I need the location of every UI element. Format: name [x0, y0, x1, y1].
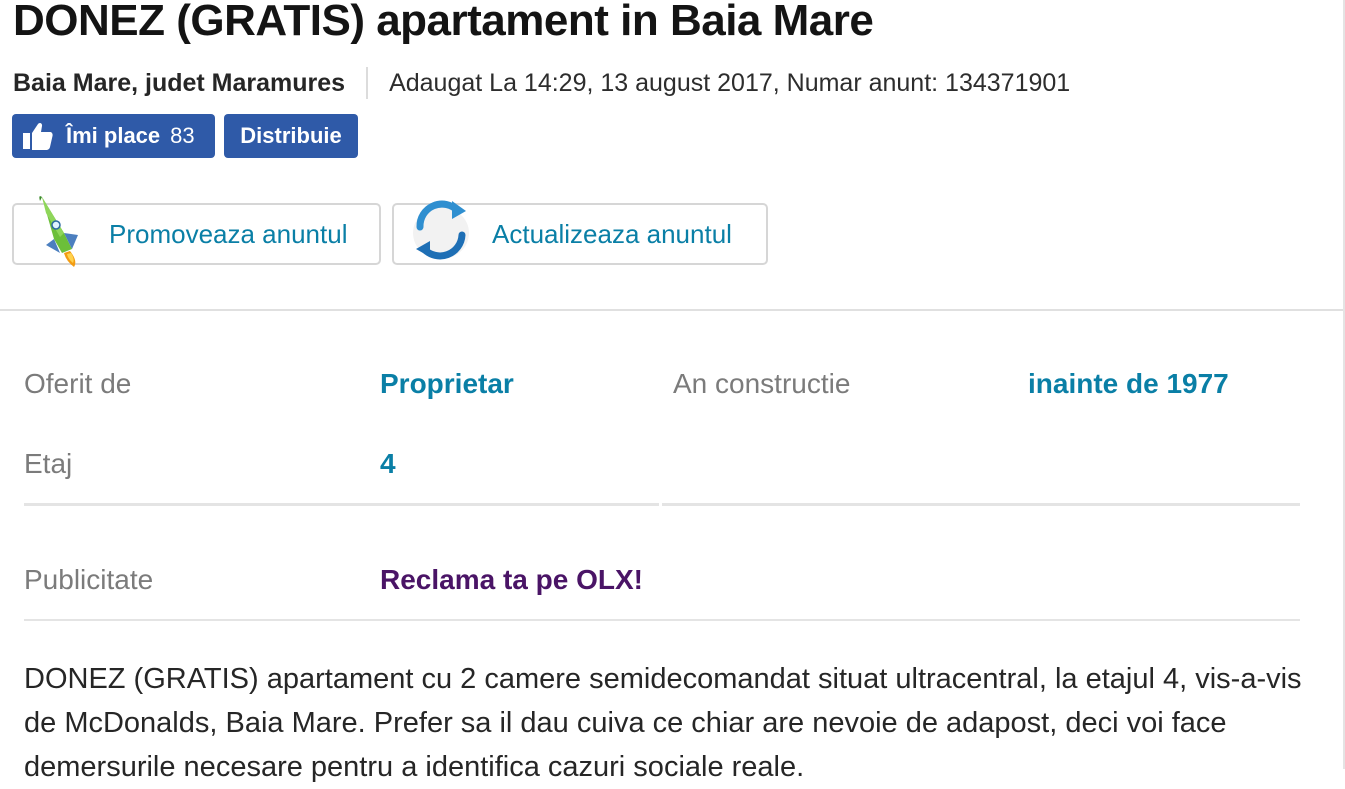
promote-ad-button[interactable]: Promoveaza anuntul [12, 196, 381, 267]
advertising-label: Publicitate [24, 564, 154, 595]
floor-value[interactable]: 4 [380, 448, 396, 480]
meta-separator [366, 67, 369, 99]
like-count: 83 [170, 123, 195, 148]
offered-by-value[interactable]: Proprietar [380, 368, 514, 400]
floor-label: Etaj [24, 448, 73, 479]
refresh-icon [413, 200, 469, 260]
ad-description: DONEZ (GRATIS) apartament cu 2 camere se… [24, 663, 1302, 783]
facebook-like-button[interactable]: Îmi place 83 [12, 114, 215, 158]
update-ad-button[interactable]: Actualizeaza anuntul [392, 200, 768, 265]
details-row-divider [24, 503, 659, 506]
section-divider [0, 309, 1343, 311]
ad-title: DONEZ (GRATIS) apartament in Baia Mare [13, 0, 874, 45]
offered-by-label: Oferit de [24, 368, 132, 399]
construction-year-value[interactable]: inainte de 1977 [1028, 368, 1229, 400]
ad-added-info: Adaugat La 14:29, 13 august 2017, Numar … [389, 68, 1071, 97]
construction-year-label: An constructie [673, 368, 851, 399]
advertising-divider [24, 619, 1300, 621]
rocket-icon [39, 196, 78, 267]
details-row-divider [662, 503, 1300, 506]
ad-location: Baia Mare, judet Maramures [13, 68, 346, 97]
share-label: Distribuie [240, 123, 342, 148]
ad-meta: Baia Mare, judet Maramures Adaugat La 14… [13, 66, 1070, 100]
facebook-buttons: Îmi place 83 Distribuie [12, 114, 358, 158]
advertising-link[interactable]: Reclama ta pe OLX! [380, 564, 643, 596]
thumbs-up-icon [23, 122, 53, 150]
facebook-share-button[interactable]: Distribuie [224, 114, 358, 158]
update-ad-label: Actualizeaza anuntul [492, 218, 732, 249]
promote-ad-label: Promoveaza anuntul [109, 218, 348, 249]
like-label: Îmi place [66, 123, 161, 148]
